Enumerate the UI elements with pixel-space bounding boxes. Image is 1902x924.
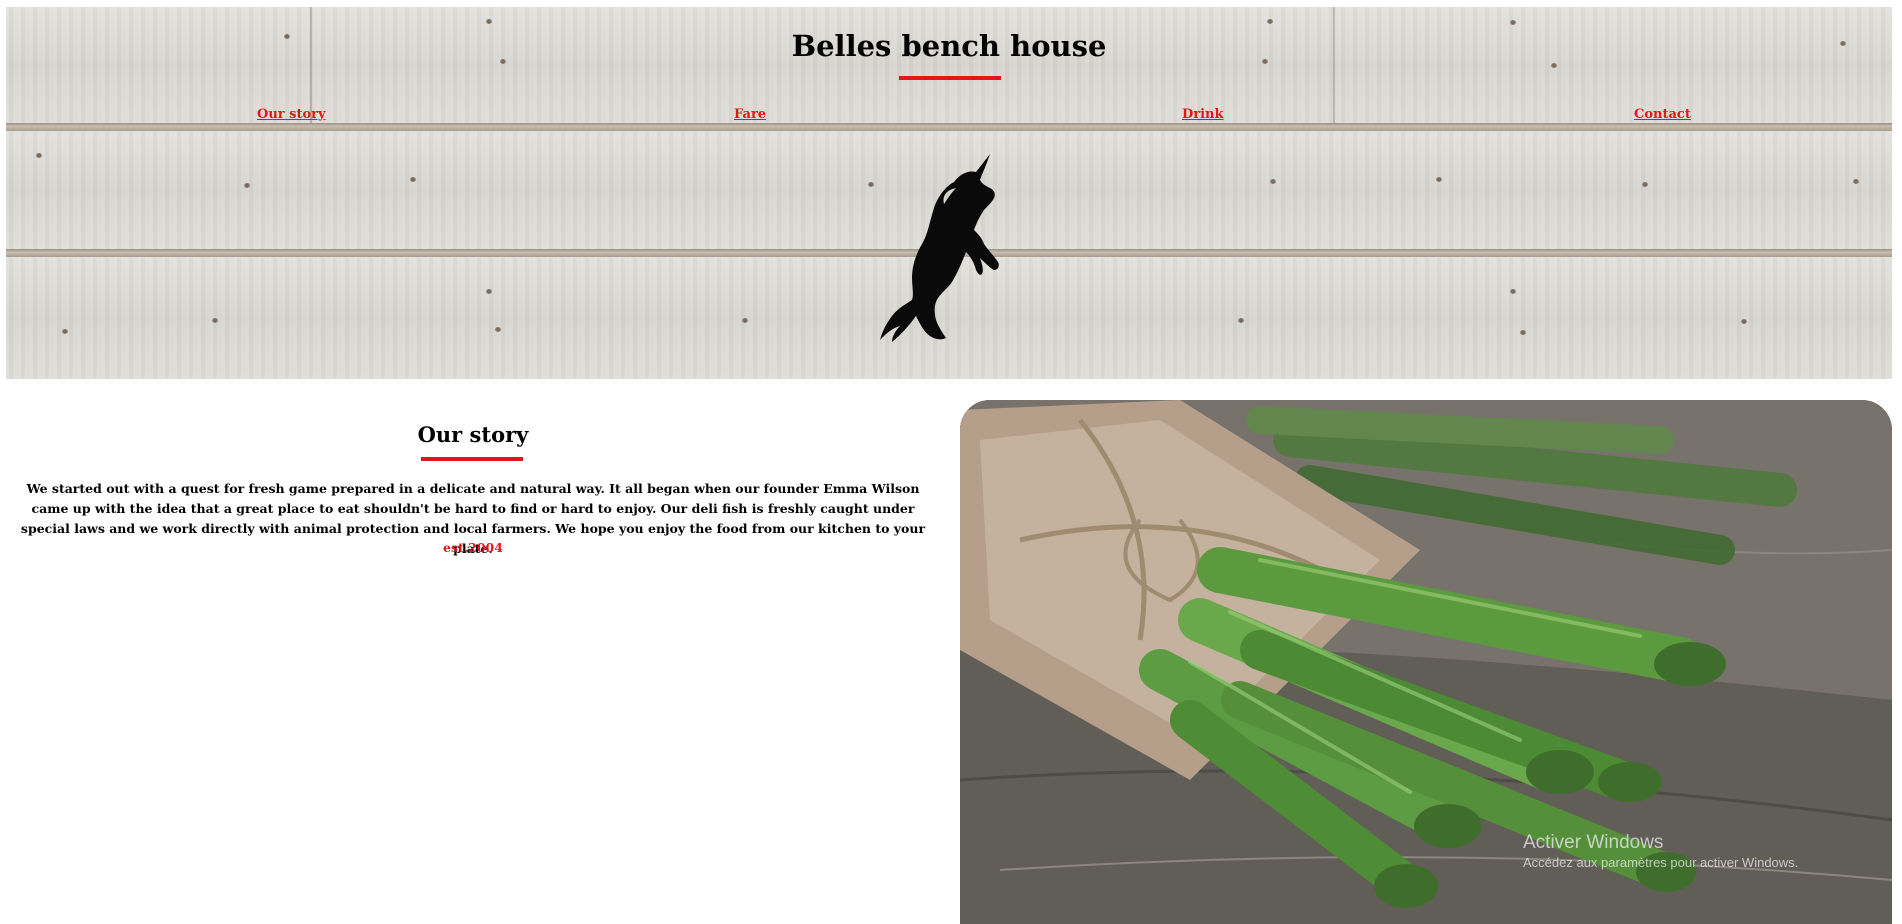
wood-knot bbox=[410, 177, 416, 182]
wood-knot bbox=[1510, 20, 1516, 25]
nav-link-drink[interactable]: Drink bbox=[1182, 107, 1224, 122]
plank-joint bbox=[1333, 7, 1335, 123]
wood-knot bbox=[1642, 182, 1648, 187]
watermark-title: Activer Windows bbox=[1523, 832, 1664, 853]
wood-knot bbox=[212, 318, 218, 323]
wood-knot bbox=[1741, 319, 1747, 324]
nav-link-fare[interactable]: Fare bbox=[734, 107, 766, 122]
wood-knot bbox=[62, 329, 68, 334]
story-heading: Our story bbox=[417, 422, 529, 447]
wood-knot bbox=[1270, 179, 1276, 184]
wood-knot bbox=[495, 327, 501, 332]
wood-knot bbox=[36, 153, 42, 158]
nav-link-our-story[interactable]: Our story bbox=[257, 107, 326, 122]
wood-knot bbox=[1551, 63, 1557, 68]
our-story-section: Our story We started out with a quest fo… bbox=[0, 400, 946, 560]
nav-link-contact[interactable]: Contact bbox=[1634, 107, 1691, 122]
established-year: est.2004 bbox=[443, 540, 503, 555]
unicorn-icon bbox=[872, 152, 1006, 342]
wood-knot bbox=[1267, 19, 1273, 24]
wood-knot bbox=[486, 19, 492, 24]
wood-knot bbox=[1238, 318, 1244, 323]
windows-activation-watermark: Activer Windows Accédez aux paramètres p… bbox=[1523, 832, 1798, 872]
heading-underline bbox=[421, 457, 523, 461]
wood-knot bbox=[1436, 177, 1442, 182]
wood-knot bbox=[1520, 330, 1526, 335]
wood-knot bbox=[1510, 289, 1516, 294]
wood-knot bbox=[486, 289, 492, 294]
wood-plank bbox=[6, 7, 1892, 123]
main-nav: Our story Fare Drink Contact bbox=[6, 107, 1892, 127]
wood-knot bbox=[742, 318, 748, 323]
wood-knot bbox=[1853, 179, 1859, 184]
watermark-subtitle: Accédez aux paramètres pour activer Wind… bbox=[1523, 855, 1799, 870]
site-header: Belles bench house Our story Fare Drink … bbox=[6, 7, 1892, 379]
site-title: Belles bench house bbox=[791, 29, 1107, 63]
plank-joint bbox=[310, 7, 312, 123]
title-underline bbox=[899, 76, 1001, 80]
wood-knot bbox=[244, 183, 250, 188]
